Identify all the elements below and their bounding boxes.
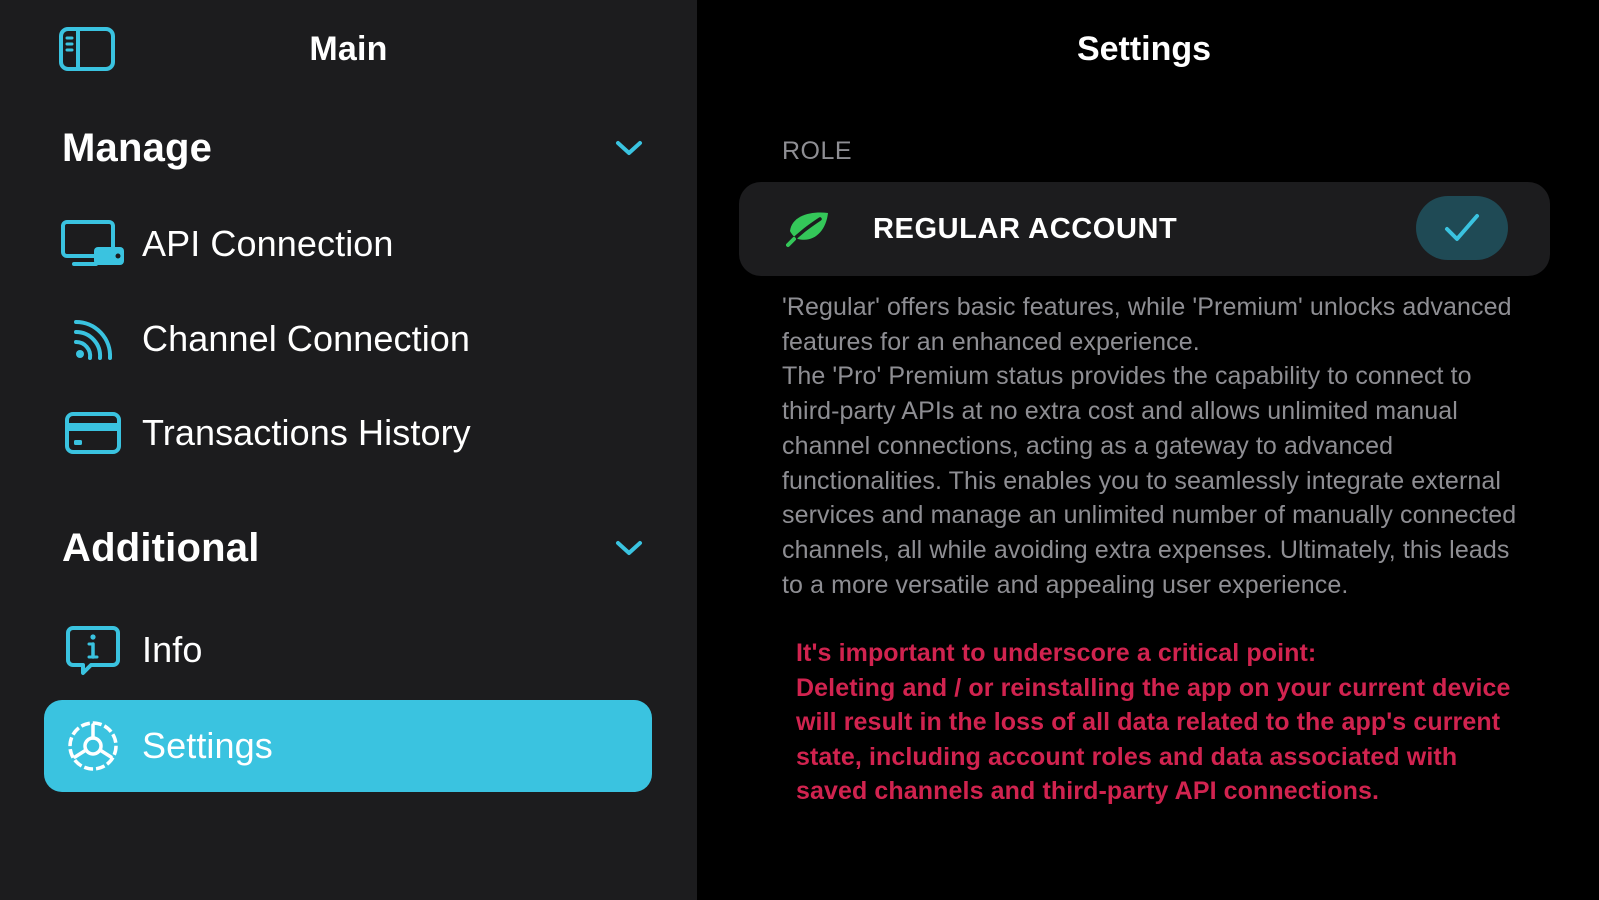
chevron-down-icon[interactable] — [614, 133, 644, 163]
sidebar-item-label: Settings — [142, 725, 273, 766]
role-name: REGULAR ACCOUNT — [873, 212, 1178, 245]
settings-panel: Settings ROLE REGULAR ACCOUNT 'Regular' … — [697, 0, 1599, 900]
sidebar-item-transactions-history[interactable]: Transactions History — [44, 387, 652, 479]
sidebar-item-label: Transactions History — [142, 412, 471, 453]
sidebar-item-api-connection[interactable]: API Connection — [44, 198, 652, 290]
info-bubble-icon — [58, 620, 128, 680]
rss-feed-icon — [58, 309, 128, 369]
section-manage-header[interactable]: Manage — [62, 120, 644, 176]
role-option-regular[interactable]: REGULAR ACCOUNT — [739, 182, 1550, 276]
role-description: 'Regular' offers basic features, while '… — [782, 290, 1517, 602]
credit-card-icon — [58, 403, 128, 463]
sidebar-item-label: Info — [142, 629, 203, 670]
sidebar-item-label: API Connection — [142, 223, 394, 264]
section-title-manage: Manage — [62, 125, 213, 170]
sidebar-item-settings[interactable]: Settings — [44, 700, 652, 792]
app-window: Main Manage API Connection Channel Conne… — [0, 0, 1599, 900]
leaf-icon — [785, 205, 833, 253]
section-additional-header[interactable]: Additional — [62, 520, 644, 576]
warning-body: Deleting and / or reinstalling the app o… — [796, 673, 1511, 806]
sidebar-title: Main — [0, 30, 697, 69]
page-title: Settings — [1076, 30, 1212, 68]
role-description-paragraph: The 'Pro' Premium status provides the ca… — [782, 362, 1517, 599]
chevron-down-icon[interactable] — [614, 533, 644, 563]
sidebar-item-channel-connection[interactable]: Channel Connection — [44, 293, 652, 385]
section-title-additional: Additional — [62, 525, 260, 570]
checkmark-icon[interactable] — [1416, 196, 1508, 260]
role-section-label: ROLE — [782, 137, 853, 165]
settings-gear-icon — [58, 716, 128, 776]
data-loss-warning: It's important to underscore a critical … — [796, 636, 1516, 809]
api-connection-icon — [58, 214, 128, 274]
warning-heading: It's important to underscore a critical … — [796, 639, 1317, 667]
sidebar-item-info[interactable]: Info — [44, 604, 652, 696]
sidebar-item-label: Channel Connection — [142, 318, 471, 359]
sidebar: Main Manage API Connection Channel Conne… — [0, 0, 697, 900]
sidebar-title-text: Main — [309, 30, 388, 68]
sidebar-header: Main — [0, 0, 697, 100]
role-description-paragraph: 'Regular' offers basic features, while '… — [782, 293, 1512, 356]
